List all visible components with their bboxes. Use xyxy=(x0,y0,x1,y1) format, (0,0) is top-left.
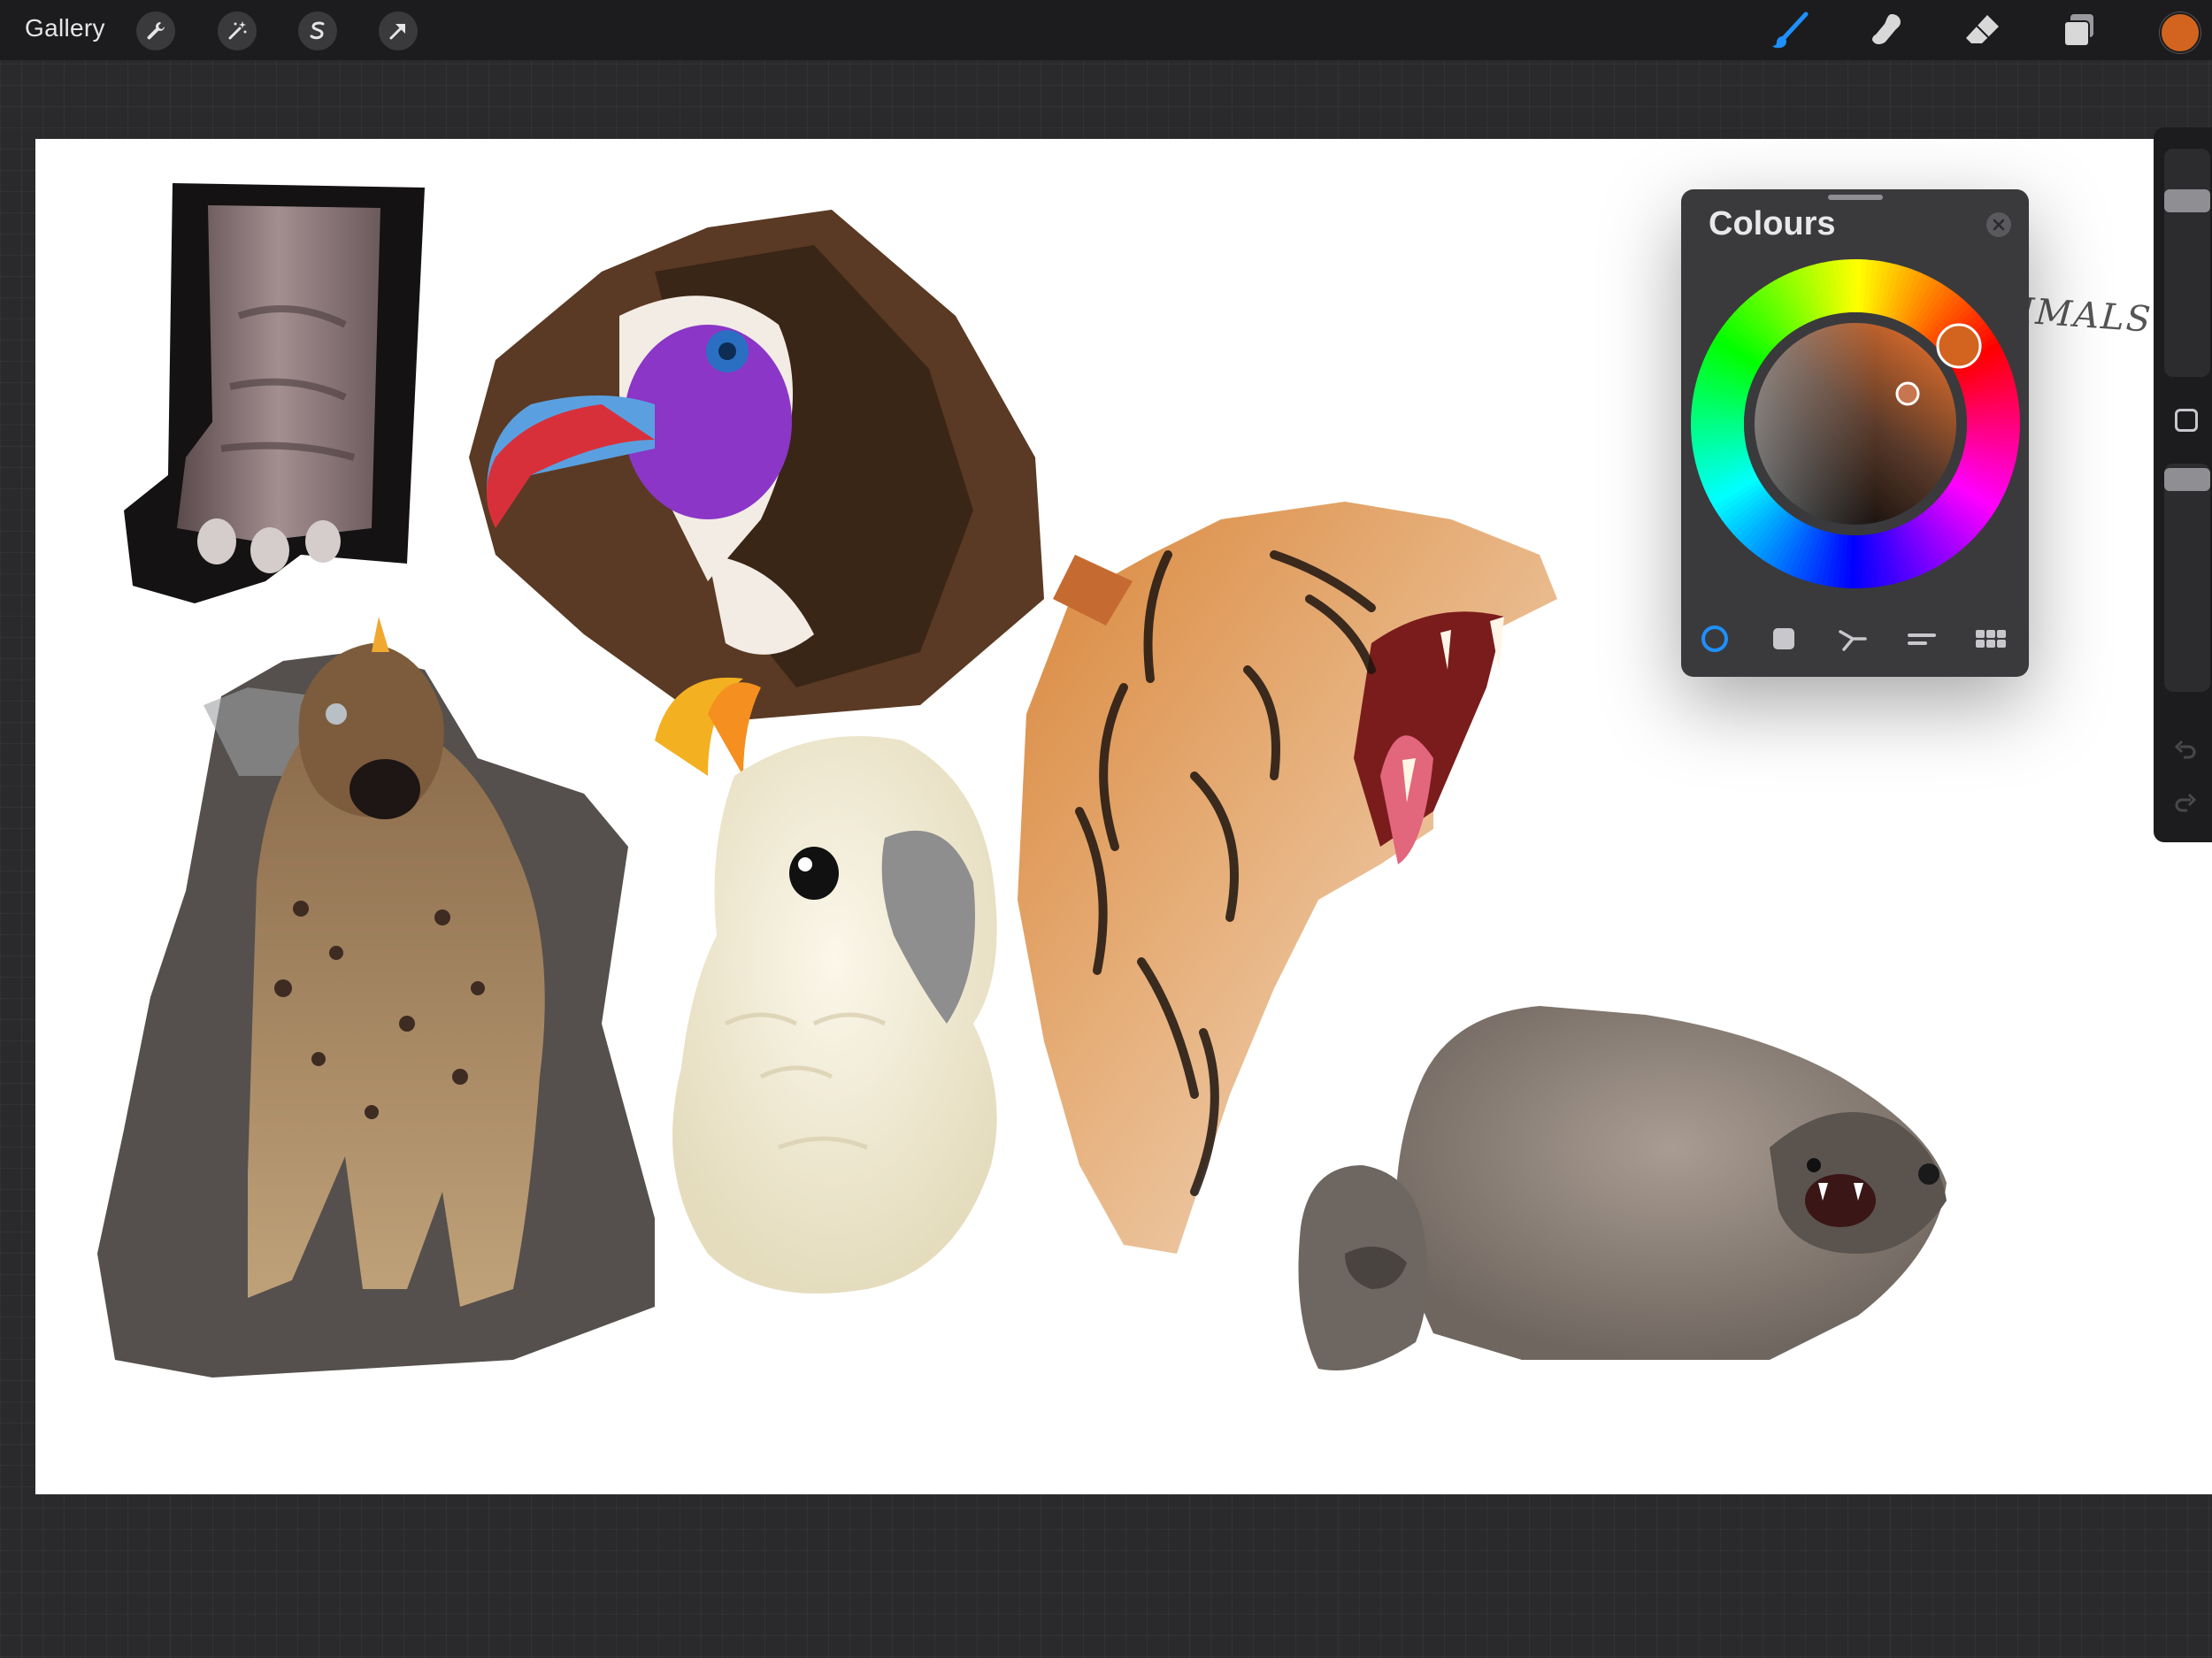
vulture-head-sketch xyxy=(469,210,1044,723)
brush-tool-button[interactable] xyxy=(1767,9,1811,53)
selection-button[interactable] xyxy=(298,12,337,50)
colour-disc[interactable] xyxy=(1689,257,2022,590)
close-button[interactable] xyxy=(1986,212,2011,237)
adjustments-button[interactable] xyxy=(218,12,257,50)
modify-button[interactable] xyxy=(2175,409,2198,432)
brush-icon xyxy=(1772,12,1809,49)
disc-icon xyxy=(1701,626,1728,652)
palettes-tab[interactable] xyxy=(1964,612,2017,665)
smudge-icon xyxy=(1872,14,1901,44)
opacity-thumb[interactable] xyxy=(2164,468,2210,491)
close-icon xyxy=(1993,219,2005,231)
gallery-button[interactable]: Gallery xyxy=(25,14,105,42)
wrench-icon xyxy=(147,22,165,40)
eraser-tool-button[interactable] xyxy=(1961,9,2005,53)
panel-grabber[interactable] xyxy=(1828,195,1883,200)
undo-icon[interactable] xyxy=(2173,738,2198,763)
cockatoo-sketch xyxy=(655,677,997,1293)
harmony-icon xyxy=(1839,630,1867,651)
layers-icon xyxy=(2063,14,2093,47)
hyena-sketch xyxy=(97,617,655,1378)
saturation-marker[interactable] xyxy=(1895,381,1920,406)
layers-button[interactable] xyxy=(2057,9,2101,53)
value-tab[interactable] xyxy=(1895,612,1948,665)
disc-tab[interactable] xyxy=(1688,612,1741,665)
hue-marker[interactable] xyxy=(1936,323,1982,369)
selection-s-icon xyxy=(310,21,325,40)
brush-size-thumb[interactable] xyxy=(2164,189,2210,212)
classic-tab[interactable] xyxy=(1757,612,1810,665)
opacity-slider[interactable] xyxy=(2164,464,2210,692)
palettes-grid-icon xyxy=(1976,630,2006,648)
colours-panel: Colours xyxy=(1681,189,2029,677)
colour-picker-button[interactable] xyxy=(2160,12,2200,53)
top-toolbar: Gallery xyxy=(0,0,2212,60)
redo-icon[interactable] xyxy=(2173,791,2198,816)
transform-arrow-icon xyxy=(389,24,405,40)
hyrax-pair-sketch xyxy=(1298,1006,1947,1370)
brush-size-slider[interactable] xyxy=(2164,149,2210,377)
brush-sidebar xyxy=(2154,127,2212,842)
panel-title: Colours xyxy=(1709,205,1836,242)
value-sliders-icon xyxy=(1908,633,1936,645)
elephant-foot-sketch xyxy=(124,183,425,603)
smudge-tool-button[interactable] xyxy=(1863,9,1908,53)
harmony-tab[interactable] xyxy=(1826,612,1879,665)
classic-square-icon xyxy=(1773,628,1794,649)
transform-button[interactable] xyxy=(379,12,418,50)
eraser-icon xyxy=(1966,15,1999,43)
magic-wand-icon xyxy=(228,21,247,40)
actions-wrench-button[interactable] xyxy=(136,12,175,50)
colour-mode-tabs xyxy=(1681,612,2029,665)
